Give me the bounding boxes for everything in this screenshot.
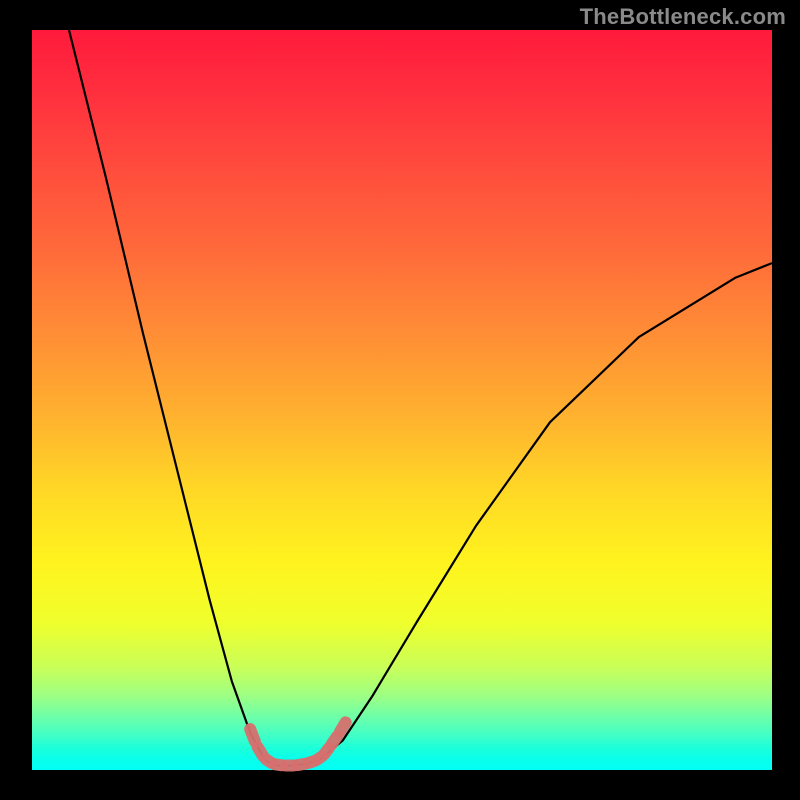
watermark-label: TheBottleneck.com xyxy=(580,4,786,30)
chart-frame: TheBottleneck.com xyxy=(0,0,800,800)
plot-area xyxy=(32,30,772,770)
